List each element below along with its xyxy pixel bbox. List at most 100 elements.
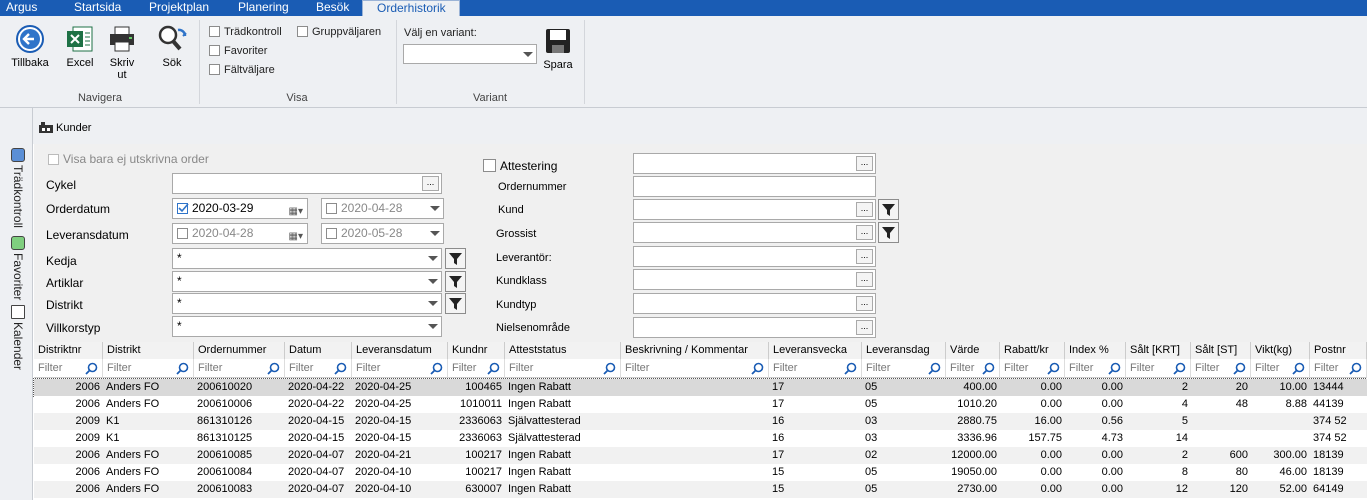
orderdatum-to-checkbox[interactable]: [326, 203, 337, 214]
villkorstyp-select[interactable]: *: [172, 316, 442, 337]
column-filter-input[interactable]: Filter: [946, 359, 1000, 378]
grossist-field[interactable]: ...: [633, 222, 876, 243]
column-header[interactable]: Värde: [946, 342, 1000, 359]
search-icon[interactable]: [487, 362, 500, 375]
gruppvaljaren-checkbox[interactable]: [297, 26, 308, 37]
column-filter-input[interactable]: Filter: [621, 359, 769, 378]
column-header[interactable]: Leveransdatum: [352, 342, 448, 359]
column-filter-input[interactable]: Filter: [1000, 359, 1065, 378]
column-filter-input[interactable]: Filter: [1126, 359, 1191, 378]
search-icon[interactable]: [1047, 362, 1060, 375]
column-filter-input[interactable]: Filter: [194, 359, 285, 378]
search-icon[interactable]: [751, 362, 764, 375]
distrikt-filter-button[interactable]: [445, 293, 466, 314]
ordernummer-field[interactable]: [633, 176, 876, 197]
column-header[interactable]: Vikt(kg): [1251, 342, 1310, 359]
orderdatum-from-checkbox[interactable]: [177, 203, 189, 214]
artiklar-select[interactable]: *: [172, 271, 442, 292]
kund-field[interactable]: ...: [633, 199, 876, 220]
search-icon[interactable]: [334, 362, 347, 375]
distrikt-select[interactable]: *: [172, 293, 442, 314]
search-icon[interactable]: [85, 362, 98, 375]
tab-besok[interactable]: Besök: [310, 0, 355, 16]
leveransdatum-to-checkbox[interactable]: [326, 228, 337, 239]
table-row[interactable]: 2006 Anders FO 200610083 2020-04-07 2020-04-…: [34, 481, 1367, 498]
column-header[interactable]: Datum: [285, 342, 352, 359]
excel-button[interactable]: Excel: [60, 24, 100, 69]
artiklar-filter-button[interactable]: [445, 271, 466, 292]
attestering-checkbox[interactable]: Attestering: [483, 159, 557, 173]
kedja-select[interactable]: *: [172, 248, 442, 269]
column-header[interactable]: Ordernummer: [194, 342, 285, 359]
kundtyp-field[interactable]: ...: [633, 293, 876, 314]
search-button[interactable]: Sök: [150, 24, 194, 69]
tradkontroll-checkbox[interactable]: [209, 26, 220, 37]
table-row[interactable]: 2006 Anders FO 200610084 2020-04-07 2020-04-…: [34, 464, 1367, 481]
search-icon[interactable]: [928, 362, 941, 375]
column-header[interactable]: Atteststatus: [505, 342, 621, 359]
kund-filter-button[interactable]: [878, 199, 899, 220]
search-icon[interactable]: [1233, 362, 1246, 375]
column-filter-input[interactable]: Filter: [505, 359, 621, 378]
kund-browse-button[interactable]: ...: [856, 202, 873, 217]
column-filter-input[interactable]: Filter: [1310, 359, 1367, 378]
column-header[interactable]: Distriktnr: [34, 342, 103, 359]
attestering-field[interactable]: ...: [633, 153, 876, 174]
column-header[interactable]: Sålt [KRT]: [1126, 342, 1191, 359]
search-icon[interactable]: [982, 362, 995, 375]
column-filter-input[interactable]: Filter: [285, 359, 352, 378]
search-icon[interactable]: [603, 362, 616, 375]
column-header[interactable]: Beskrivning / Kommentar: [621, 342, 769, 359]
column-header[interactable]: Sålt [ST]: [1191, 342, 1251, 359]
tab-argus[interactable]: Argus: [0, 0, 43, 16]
search-icon[interactable]: [176, 362, 189, 375]
search-icon[interactable]: [1173, 362, 1186, 375]
tab-projektplan[interactable]: Projektplan: [143, 0, 215, 16]
search-icon[interactable]: [844, 362, 857, 375]
nielsenomrade-browse-button[interactable]: ...: [856, 320, 873, 335]
column-filter-input[interactable]: Filter: [862, 359, 946, 378]
search-icon[interactable]: [430, 362, 443, 375]
column-header[interactable]: Leveransdag: [862, 342, 946, 359]
kundklass-browse-button[interactable]: ...: [856, 272, 873, 287]
only-unprinted-checkbox[interactable]: Visa bara ej utskrivna order: [48, 152, 209, 166]
leveransdatum-to-field[interactable]: 2020-05-28: [321, 223, 444, 244]
column-filter-input[interactable]: Filter: [769, 359, 862, 378]
column-filter-input[interactable]: Filter: [1191, 359, 1251, 378]
search-icon[interactable]: [1349, 362, 1362, 375]
grossist-filter-button[interactable]: [878, 222, 899, 243]
favoriter-checkbox[interactable]: [209, 45, 220, 56]
checkbox-faltvaljare[interactable]: Fältväljare: [209, 64, 275, 76]
kundtyp-browse-button[interactable]: ...: [856, 296, 873, 311]
sidebar-tab-tradkontroll[interactable]: Trädkontroll: [11, 165, 25, 228]
column-filter-input[interactable]: Filter: [1251, 359, 1310, 378]
kedja-filter-button[interactable]: [445, 248, 466, 269]
leveransdatum-from-checkbox[interactable]: [177, 228, 188, 239]
back-button[interactable]: Tillbaka: [8, 24, 52, 69]
variant-select[interactable]: [403, 44, 537, 64]
orderdatum-from-field[interactable]: 2020-03-29 ▦▾: [172, 198, 308, 219]
attestering-browse-button[interactable]: ...: [856, 156, 873, 171]
column-header[interactable]: Kundnr: [448, 342, 505, 359]
column-filter-input[interactable]: Filter: [448, 359, 505, 378]
checkbox-tradkontroll[interactable]: Trädkontroll: [209, 26, 282, 38]
cykel-browse-button[interactable]: ...: [422, 176, 439, 191]
attestering-box[interactable]: [483, 159, 496, 172]
kundklass-field[interactable]: ...: [633, 269, 876, 290]
calendar-dropdown-icon[interactable]: ▦▾: [289, 202, 303, 221]
calendar-dropdown-icon[interactable]: ▦▾: [289, 227, 303, 246]
kunder-button[interactable]: Kunder: [56, 122, 91, 134]
column-header[interactable]: Distrikt: [103, 342, 194, 359]
column-header[interactable]: Index %: [1065, 342, 1126, 359]
column-filter-input[interactable]: Filter: [103, 359, 194, 378]
leverantor-field[interactable]: ...: [633, 246, 876, 267]
checkbox-gruppvaljaren[interactable]: Gruppväljaren: [297, 26, 381, 38]
leveransdatum-from-field[interactable]: 2020-04-28 ▦▾: [172, 223, 308, 244]
table-row[interactable]: 2009 K1 861310126 2020-04-15 2020-04-15 23360…: [34, 413, 1367, 430]
orderdatum-to-field[interactable]: 2020-04-28: [321, 198, 444, 219]
save-button[interactable]: Spara: [540, 26, 576, 71]
table-row[interactable]: 2006 Anders FO 200610006 2020-04-22 2020-04-…: [34, 396, 1367, 413]
only-unprinted-box[interactable]: [48, 154, 59, 165]
column-header[interactable]: Postnr: [1310, 342, 1367, 359]
column-filter-input[interactable]: Filter: [34, 359, 103, 378]
